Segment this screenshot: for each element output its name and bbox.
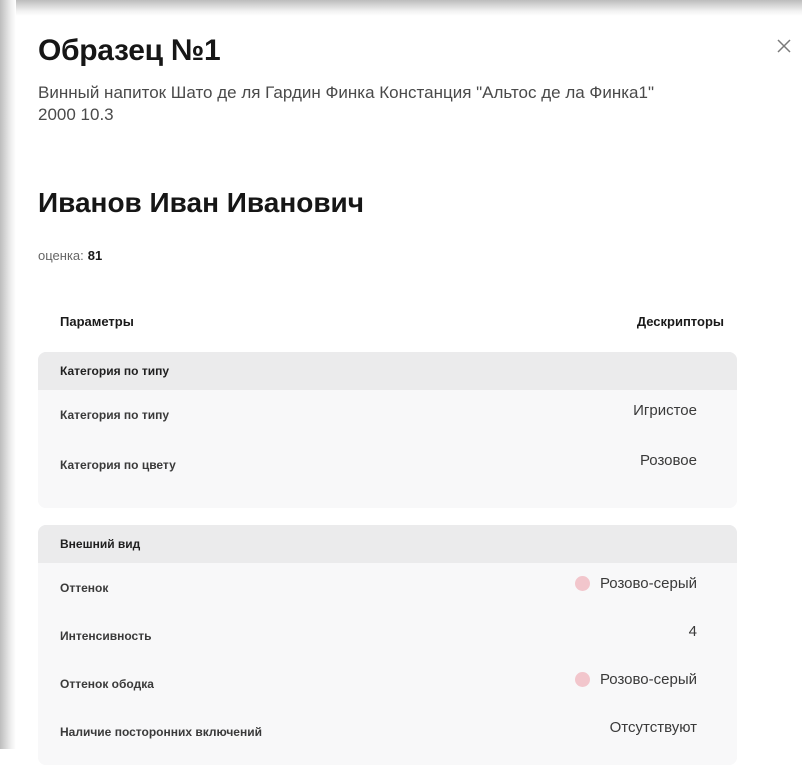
section-body: Категория по типу Игристое Категория по … [38,390,737,508]
descriptor-text: 4 [688,623,697,640]
table-row: Оттенок Розово-серый [38,563,737,611]
descriptor-text: Игристое [633,402,697,419]
parameter-label: Оттенок [60,581,109,595]
section-title: Категория по типу [38,352,737,390]
descriptor-value: Отсутствуют [610,719,697,736]
section-appearance: Внешний вид Оттенок Розово-серый Интенси… [38,525,737,765]
descriptor-value: Игристое [633,402,697,419]
score-value: 81 [87,248,103,263]
table-row: Оттенок ободка Розово-серый [38,659,737,707]
parameter-label: Категория по цвету [60,458,176,472]
sample-description: Винный напиток Шато де ля Гардин Финка К… [38,83,654,124]
parameter-label: Оттенок ободка [60,677,154,691]
table-header: Параметры Дескрипторы [60,314,724,329]
table-row: Категория по цвету Розовое [38,440,737,488]
shadow-edge-left [0,0,16,749]
table-row: Интенсивность 4 [38,611,737,659]
section-body: Оттенок Розово-серый Интенсивность 4 Отт… [38,563,737,765]
parameters-header: Параметры [60,314,134,329]
descriptor-value: Розово-серый [574,671,697,688]
descriptor-text: Розовое [639,452,697,469]
parameter-label: Категория по типу [60,408,169,422]
table-row: Наличие посторонних включений Отсутствую… [38,707,737,755]
section-type-category: Категория по типу Категория по типу Игри… [38,352,737,508]
parameter-label: Интенсивность [60,629,152,643]
descriptor-value: 4 [689,623,697,640]
modal-title: Образец №1 [38,34,221,67]
parameter-label: Наличие посторонних включений [60,725,262,739]
descriptors-header: Дескрипторы [636,314,724,329]
score-label: оценка: [38,248,84,263]
shadow-edge-top [0,0,802,16]
close-icon [777,39,791,53]
close-button[interactable] [770,32,798,60]
descriptor-value: Розовое [640,452,697,469]
section-title: Внешний вид [38,525,737,563]
descriptor-text: Отсутствуют [609,719,697,736]
color-swatch-icon [574,672,590,687]
descriptor-value: Розово-серый [574,575,697,592]
color-swatch-icon [574,576,590,591]
descriptor-text: Розово-серый [599,575,697,592]
assessor-name: Иванов Иван Иванович [38,187,365,218]
table-row: Категория по типу Игристое [38,390,737,438]
score-line: оценка: 81 [38,248,102,263]
descriptor-text: Розово-серый [599,671,697,688]
screen: Образец №1 Винный напиток Шато де ля Гар… [0,0,802,765]
